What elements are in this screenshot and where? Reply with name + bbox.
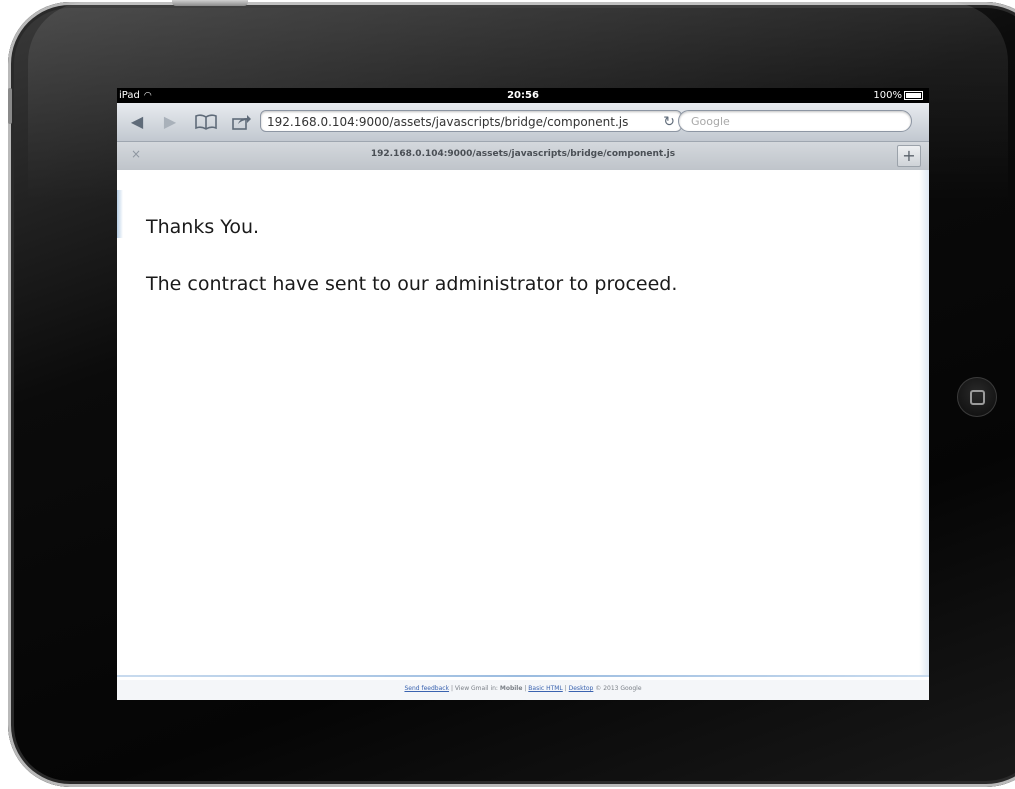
tab-bar: × 192.168.0.104:9000/assets/javascripts/…	[117, 142, 929, 171]
bookmarks-icon[interactable]	[193, 111, 219, 133]
copyright-text: © 2013 Google	[593, 685, 642, 692]
page-content: Thanks You. The contract have sent to ou…	[117, 170, 929, 675]
browser-toolbar: ◀ ▶ 192.168.0.104:9000/assets/javascript…	[117, 103, 929, 142]
battery-percent: 100%	[873, 90, 902, 101]
status-bar: iPad ◠ 20:56 100%	[117, 88, 929, 103]
reload-icon[interactable]: ↻	[663, 111, 675, 133]
status-right: 100%	[873, 88, 923, 103]
send-feedback-link[interactable]: Send feedback	[404, 685, 449, 692]
confirmation-message: The contract have sent to our administra…	[146, 273, 678, 295]
url-text: 192.168.0.104:9000/assets/javascripts/br…	[267, 115, 629, 129]
share-arrow-icon	[232, 115, 251, 130]
status-time: 20:56	[507, 90, 539, 101]
new-tab-button[interactable]: +	[897, 145, 921, 167]
volume-button	[8, 88, 12, 124]
view-in-label: View Gmail in:	[454, 685, 500, 692]
screen: iPad ◠ 20:56 100% ◀ ▶ 192.168.0.104:9000/…	[117, 88, 929, 700]
content-edge-decoration	[117, 190, 123, 238]
basic-html-link[interactable]: Basic HTML	[528, 685, 563, 692]
desktop-link[interactable]: Desktop	[569, 685, 594, 692]
footer-divider	[117, 675, 929, 677]
search-input[interactable]: Google	[678, 110, 912, 132]
battery-icon	[904, 90, 923, 100]
home-button[interactable]	[957, 377, 997, 417]
page-heading: Thanks You.	[146, 216, 260, 238]
content-right-edge	[919, 170, 929, 675]
page-footer: Send feedback | View Gmail in: Mobile | …	[117, 680, 929, 700]
share-icon[interactable]	[230, 111, 254, 133]
forward-icon[interactable]: ▶	[159, 111, 181, 133]
tab-title[interactable]: 192.168.0.104:9000/assets/javascripts/br…	[117, 149, 929, 159]
back-icon[interactable]: ◀	[125, 111, 149, 133]
mobile-view-label: Mobile	[499, 685, 523, 692]
book-icon	[195, 114, 217, 130]
home-square-icon	[970, 390, 985, 405]
sleep-button	[172, 0, 248, 6]
url-field[interactable]: 192.168.0.104:9000/assets/javascripts/br…	[260, 110, 682, 132]
